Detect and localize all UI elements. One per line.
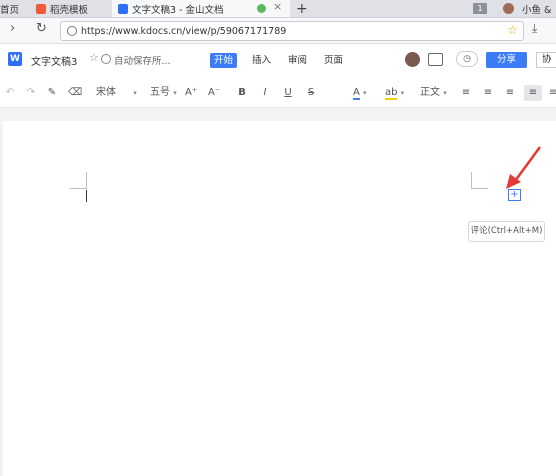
chevron-down-icon: ▾: [443, 89, 447, 97]
align-right-icon[interactable]: ≡: [504, 85, 516, 101]
chevron-down-icon: ▾: [363, 89, 367, 97]
italic-icon[interactable]: I: [259, 85, 271, 101]
clear-format-icon[interactable]: ⌫: [68, 85, 82, 101]
highlight-icon: ab: [385, 87, 398, 100]
tab-count-badge[interactable]: 1: [473, 3, 487, 14]
highlight-select[interactable]: ab ▾: [385, 85, 409, 101]
close-tab-icon[interactable]: ×: [273, 0, 282, 13]
kdocs-icon: [118, 3, 128, 14]
font-color-icon: A: [353, 87, 360, 100]
menu-review[interactable]: 审阅: [284, 53, 311, 68]
chevron-down-icon: ▾: [400, 89, 405, 97]
chevron-down-icon: ▾: [173, 89, 177, 97]
grow-font-icon[interactable]: A⁺: [184, 85, 198, 101]
document-page[interactable]: + 评论(Ctrl+Alt+M): [3, 121, 556, 476]
tab-label: 首页: [0, 4, 20, 16]
tab-home[interactable]: 首页: [0, 0, 26, 17]
browser-tab-bar: 首页 稻壳模板 文字文稿3 - 金山文档 × + 1 小鱼 &: [0, 0, 556, 18]
document-title[interactable]: 文字文稿3: [31, 53, 77, 68]
search-icon: [67, 26, 77, 36]
more-alignment-icon[interactable]: ≡: [549, 85, 556, 101]
menu-start[interactable]: 开始: [210, 53, 238, 68]
format-painter-icon[interactable]: ✎: [46, 85, 58, 101]
align-justify-icon[interactable]: ≡: [524, 85, 542, 101]
download-icon[interactable]: ⤓: [532, 21, 537, 36]
comment-tooltip: 评论(Ctrl+Alt+M): [468, 221, 545, 242]
user-name: 小鱼 &: [522, 4, 552, 16]
text-cursor: [86, 190, 87, 202]
app-header: W 文字文稿3 ☆ 自动保存所... 开始 插入 审阅 页面 ◷ 分享 协: [0, 44, 556, 76]
browser-address-row: › ↻ https://www.kdocs.cn/view/p/59067171…: [0, 18, 556, 44]
font-color-select[interactable]: A ▾: [353, 85, 375, 101]
tab-docer-templates[interactable]: 稻壳模板: [30, 0, 118, 17]
chevron-down-icon: ▾: [133, 89, 137, 97]
paragraph-style-value: 正文: [420, 87, 440, 98]
check-icon: [257, 4, 266, 13]
bold-icon[interactable]: B: [236, 85, 248, 101]
avatar: [503, 3, 514, 14]
font-name-value: 宋体: [96, 87, 116, 98]
margin-corner-left: [70, 172, 87, 189]
font-size-value: 五号: [150, 87, 170, 98]
strikethrough-icon[interactable]: S: [305, 85, 317, 101]
favorite-star-icon[interactable]: ☆: [89, 51, 99, 64]
autosave-check-icon: [101, 54, 111, 64]
shrink-font-icon[interactable]: A⁻: [207, 85, 221, 101]
paragraph-style-select[interactable]: 正文 ▾: [420, 85, 450, 101]
docer-icon: [36, 3, 46, 14]
star-icon[interactable]: ☆: [507, 23, 518, 37]
tab-label: 稻壳模板: [50, 4, 89, 16]
share-button[interactable]: 分享: [486, 52, 527, 68]
menu-page[interactable]: 页面: [320, 53, 347, 68]
tab-label: 文字文稿3 - 金山文档: [132, 4, 224, 16]
history-icon[interactable]: ◷: [456, 51, 478, 67]
new-tab-button[interactable]: +: [296, 0, 310, 17]
url-text: https://www.kdocs.cn/view/p/59067171789: [81, 25, 287, 37]
margin-corner-right: [471, 172, 488, 189]
red-arrow-annotation: [506, 146, 542, 189]
collaborator-avatar[interactable]: [405, 52, 420, 67]
underline-icon[interactable]: U: [282, 85, 294, 101]
address-bar[interactable]: https://www.kdocs.cn/view/p/59067171789 …: [60, 21, 524, 41]
align-left-icon[interactable]: ≡: [460, 85, 472, 101]
redo-icon[interactable]: ↷: [25, 85, 37, 101]
align-center-icon[interactable]: ≡: [482, 85, 494, 101]
undo-icon[interactable]: ↶: [4, 85, 16, 101]
forward-icon[interactable]: ›: [10, 21, 15, 36]
collaborate-button[interactable]: 协: [536, 52, 556, 68]
formatting-toolbar: ↶ ↷ ✎ ⌫ 宋体 ▾ 五号 ▾ A⁺ A⁻ B I U S A ▾ ab ▾…: [0, 79, 556, 108]
autosave-status: 自动保存所...: [114, 56, 171, 67]
wps-logo-icon[interactable]: W: [8, 52, 22, 66]
font-size-select[interactable]: 五号 ▾: [150, 85, 180, 101]
menu-insert[interactable]: 插入: [248, 53, 275, 68]
user-profile[interactable]: 小鱼 &: [503, 0, 551, 17]
font-name-select[interactable]: 宋体 ▾: [96, 85, 142, 101]
tab-kdocs-document[interactable]: 文字文稿3 - 金山文档 ×: [112, 0, 290, 17]
meeting-icon[interactable]: [428, 53, 443, 66]
reload-icon[interactable]: ↻: [36, 21, 47, 36]
